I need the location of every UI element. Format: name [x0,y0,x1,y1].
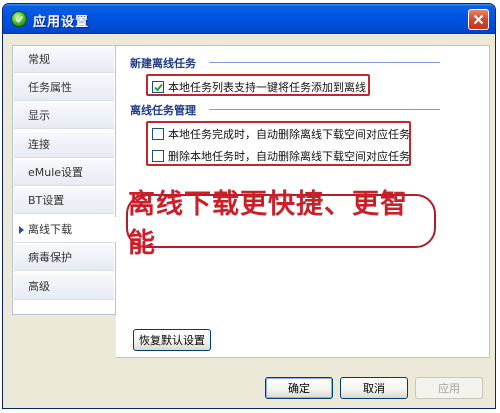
title-bar[interactable]: 应用设置 [3,4,495,34]
checkbox-delete-on-remove[interactable] [152,150,164,162]
checkbox-one-click-offline[interactable] [152,81,164,93]
cancel-button[interactable]: 取消 [340,377,408,399]
nav-item-offline-download[interactable]: 离线下载 [14,217,118,243]
nav-item-label: 显示 [28,109,50,122]
nav-item-label: 常规 [28,53,50,66]
nav-item-display[interactable]: 显示 [14,103,114,129]
section-divider [209,62,440,63]
nav-item-task-properties[interactable]: 任务属性 [14,75,114,101]
settings-dialog: 应用设置 常规 任务属性 显示 连接 eMule设置 BT设置 离线下载 病毒保… [2,3,496,409]
close-button[interactable] [468,9,489,30]
close-icon [473,14,484,25]
option-label: 删除本地任务时，自动删除离线下载空间对应任务 [168,150,410,163]
settings-nav: 常规 任务属性 显示 连接 eMule设置 BT设置 离线下载 病毒保护 高级 [12,45,118,315]
restore-defaults-button[interactable]: 恢复默认设置 [133,329,211,351]
checkbox-delete-on-complete[interactable] [152,128,164,140]
option-delete-on-remove[interactable]: 删除本地任务时，自动删除离线下载空间对应任务 [152,148,410,164]
ok-button[interactable]: 确定 [265,377,333,399]
apply-button[interactable]: 应用 [415,377,483,399]
option-one-click-offline[interactable]: 本地任务列表支持一键将任务添加到离线 [152,79,366,95]
nav-item-general[interactable]: 常规 [14,47,114,73]
nav-item-label: 连接 [28,138,50,151]
nav-item-advanced[interactable]: 高级 [14,274,114,300]
section-divider [209,109,440,110]
option-delete-on-complete[interactable]: 本地任务完成时，自动删除离线下载空间对应任务 [152,126,410,142]
nav-item-label: BT设置 [28,194,65,207]
section-title-new-offline: 新建离线任务 [130,57,196,70]
checkmark-icon [153,83,163,91]
nav-item-virus-protection[interactable]: 病毒保护 [14,245,114,271]
active-arrow-icon [19,226,24,234]
promo-text: 离线下载更快捷、更智能 [128,189,408,259]
nav-item-label: 离线下载 [28,223,72,236]
promo-banner: 离线下载更快捷、更智能 [126,189,436,259]
nav-item-label: 高级 [28,280,50,293]
nav-item-bt[interactable]: BT设置 [14,188,114,214]
nav-item-label: 任务属性 [28,81,72,94]
option-label: 本地任务完成时，自动删除离线下载空间对应任务 [168,128,410,141]
nav-item-label: 病毒保护 [28,251,72,264]
app-logo-icon [11,11,27,27]
nav-item-connection[interactable]: 连接 [14,132,114,158]
nav-item-label: eMule设置 [28,166,84,179]
section-title-offline-manage: 离线任务管理 [130,104,196,117]
nav-item-emule[interactable]: eMule设置 [14,160,114,186]
option-label: 本地任务列表支持一键将任务添加到离线 [168,81,366,94]
window-title: 应用设置 [33,15,90,30]
